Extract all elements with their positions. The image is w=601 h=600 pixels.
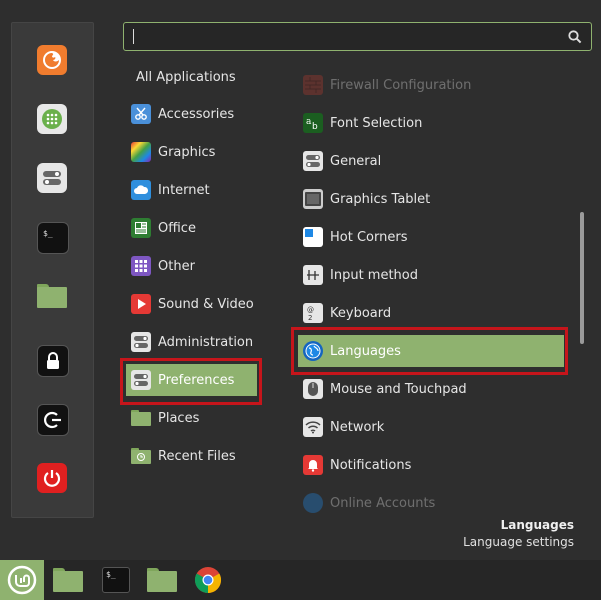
taskbar: $_ — [0, 560, 601, 600]
software-manager-icon[interactable] — [37, 104, 67, 134]
app-label: Online Accounts — [330, 495, 436, 511]
app-label: Mouse and Touchpad — [330, 381, 467, 397]
app-online-accounts[interactable]: Online Accounts — [298, 487, 564, 519]
category-label: Recent Files — [158, 448, 236, 464]
mint-logo-icon — [7, 565, 37, 595]
taskbar-chrome[interactable] — [193, 565, 223, 595]
bell-icon — [303, 455, 323, 475]
svg-text:@: @ — [307, 306, 314, 314]
lock-icon[interactable] — [37, 345, 69, 377]
app-mouse-touchpad[interactable]: Mouse and Touchpad — [298, 373, 564, 405]
app-input-method[interactable]: Input method — [298, 259, 564, 291]
category-graphics[interactable]: Graphics — [126, 136, 257, 168]
app-label: Network — [330, 419, 385, 435]
search-input[interactable] — [130, 26, 564, 49]
app-hot-corners[interactable]: Hot Corners — [298, 221, 564, 253]
svg-text:b: b — [312, 122, 318, 131]
taskbar-terminal[interactable]: $_ — [101, 565, 131, 595]
category-other[interactable]: Other — [126, 250, 257, 282]
apps-scrollbar[interactable] — [580, 212, 584, 344]
app-label: Languages — [330, 343, 401, 359]
app-label: Keyboard — [330, 305, 392, 321]
category-label: Accessories — [158, 106, 235, 122]
grid-icon — [131, 256, 151, 276]
cloud-icon — [303, 493, 323, 513]
font-icon: ab — [303, 113, 323, 133]
category-label: Internet — [158, 182, 210, 198]
app-label: Hot Corners — [330, 229, 408, 245]
app-label: Graphics Tablet — [330, 191, 431, 207]
play-icon — [131, 294, 151, 314]
folder-icon — [53, 568, 83, 592]
category-label: Graphics — [158, 144, 216, 160]
files-icon[interactable] — [37, 281, 67, 311]
category-sound-video[interactable]: Sound & Video — [126, 288, 257, 320]
app-firewall-configuration[interactable]: Firewall Configuration — [298, 69, 564, 101]
app-label: Input method — [330, 267, 418, 283]
firewall-icon — [303, 75, 323, 95]
chrome-icon — [194, 567, 222, 594]
taskbar-files-2[interactable] — [147, 565, 177, 595]
taskbar-files[interactable] — [53, 565, 83, 595]
keyboard-icon: @2 — [303, 303, 323, 323]
app-keyboard[interactable]: @2 Keyboard — [298, 297, 564, 329]
category-label: Other — [158, 258, 195, 274]
category-administration[interactable]: Administration — [126, 326, 257, 358]
category-label: Office — [158, 220, 196, 236]
selected-app-title: Languages — [500, 518, 574, 532]
category-label: Places — [158, 410, 200, 426]
search-box[interactable] — [123, 22, 592, 51]
category-internet[interactable]: Internet — [126, 174, 257, 206]
favorites-sidebar: $_ — [11, 22, 94, 518]
category-label: Preferences — [158, 372, 235, 388]
cloud-icon — [131, 180, 151, 200]
app-graphics-tablet[interactable]: Graphics Tablet — [298, 183, 564, 215]
menu-button[interactable] — [0, 560, 44, 600]
toggle-icon — [131, 370, 151, 390]
app-label: Font Selection — [330, 115, 423, 131]
scissors-icon — [131, 104, 151, 124]
firefox-icon[interactable] — [37, 45, 67, 75]
shutdown-icon[interactable] — [37, 463, 67, 493]
svg-text:$_: $_ — [43, 229, 53, 238]
app-network[interactable]: Network — [298, 411, 564, 443]
app-font-selection[interactable]: ab Font Selection — [298, 107, 564, 139]
category-places[interactable]: Places — [126, 402, 257, 434]
hot-corners-icon — [303, 227, 323, 247]
category-label: Sound & Video — [158, 296, 254, 312]
text-caret — [133, 29, 134, 44]
toggle-icon — [303, 151, 323, 171]
mouse-icon — [303, 379, 323, 399]
category-recent-files[interactable]: Recent Files — [126, 440, 257, 472]
recent-folder-icon — [131, 446, 151, 466]
app-label: Notifications — [330, 457, 412, 473]
globe-icon — [303, 341, 323, 361]
folder-icon — [131, 408, 151, 428]
settings-icon[interactable] — [37, 163, 67, 193]
app-label: Firewall Configuration — [330, 77, 472, 93]
category-preferences[interactable]: Preferences — [126, 364, 257, 396]
input-method-icon — [303, 265, 323, 285]
tablet-icon — [303, 189, 323, 209]
selected-app-description: Language settings — [463, 535, 574, 549]
svg-text:2: 2 — [308, 314, 312, 322]
toggle-icon — [131, 332, 151, 352]
search-icon[interactable] — [567, 29, 583, 45]
category-label: Administration — [158, 334, 254, 350]
category-office[interactable]: Office — [126, 212, 257, 244]
application-menu: $_ All Applications Accessories Graphics… — [0, 0, 601, 560]
wifi-icon — [303, 417, 323, 437]
app-languages[interactable]: Languages — [298, 335, 564, 367]
graphics-icon — [131, 142, 151, 162]
category-all-applications[interactable]: All Applications — [136, 70, 236, 85]
office-icon — [131, 218, 151, 238]
app-label: General — [330, 153, 382, 169]
terminal-icon: $_ — [102, 567, 130, 593]
logout-icon[interactable] — [37, 404, 69, 436]
terminal-icon[interactable]: $_ — [37, 222, 69, 254]
app-notifications[interactable]: Notifications — [298, 449, 564, 481]
folder-icon — [147, 568, 177, 592]
category-accessories[interactable]: Accessories — [126, 98, 257, 130]
app-general[interactable]: General — [298, 145, 564, 177]
